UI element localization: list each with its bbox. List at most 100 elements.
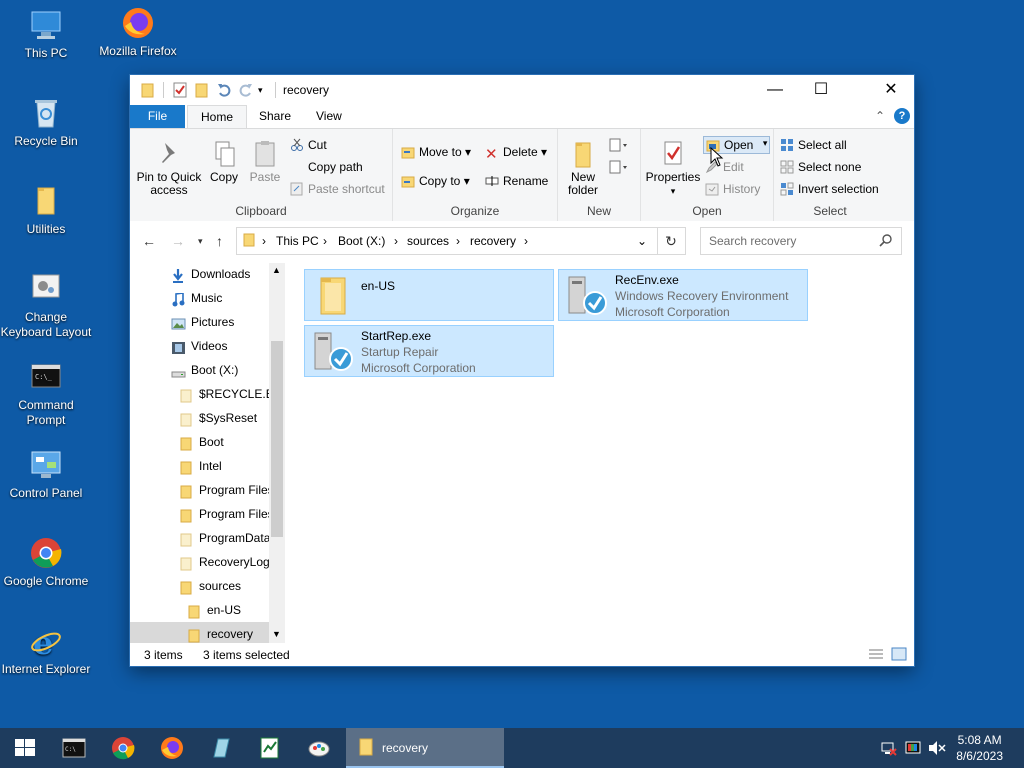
history-button[interactable]: History bbox=[705, 182, 760, 196]
nav-item-music[interactable]: Music bbox=[130, 286, 270, 310]
recent-locations-icon[interactable]: ▾ bbox=[198, 236, 203, 247]
navigation-pane-scrollbar[interactable]: ▲ ▼ bbox=[269, 263, 285, 643]
firefox-taskbar-icon[interactable] bbox=[160, 736, 184, 760]
volume-muted-icon[interactable] bbox=[928, 740, 946, 759]
nav-item-recoverylogs[interactable]: RecoveryLogs bbox=[130, 550, 270, 574]
desktop-icon-internet-explorer[interactable]: e Internet Explorer bbox=[0, 624, 92, 677]
desktop-icon-change-keyboard-layout[interactable]: Change Keyboard Layout bbox=[0, 272, 92, 340]
breadcrumb-separator[interactable]: › bbox=[262, 234, 266, 248]
nav-item-program-files[interactable]: Program Files bbox=[130, 478, 270, 502]
properties-button[interactable]: Properties ▾ bbox=[645, 139, 701, 198]
minimize-button[interactable]: — bbox=[752, 75, 798, 105]
command-prompt-taskbar-icon[interactable]: C:\ bbox=[62, 736, 86, 760]
refresh-button[interactable]: ↻ bbox=[657, 227, 686, 255]
file-tile-en-us[interactable]: en-US bbox=[304, 269, 554, 321]
desktop-icon-this-pc[interactable]: This PC bbox=[0, 8, 92, 61]
select-none-button[interactable]: Select none bbox=[780, 160, 861, 174]
chrome-taskbar-icon[interactable] bbox=[111, 736, 135, 760]
display-color-icon[interactable] bbox=[905, 740, 921, 759]
start-windows-icon[interactable] bbox=[13, 736, 37, 760]
forward-button[interactable]: → bbox=[171, 233, 185, 249]
status-bar: 3 items 3 items selected bbox=[130, 643, 914, 666]
address-bar[interactable]: › This PC › Boot (X:) › sources › recove… bbox=[236, 227, 658, 255]
search-box[interactable]: Search recovery bbox=[700, 227, 902, 255]
help-icon[interactable]: ? bbox=[894, 108, 910, 124]
nav-item-downloads[interactable]: Downloads bbox=[130, 263, 270, 286]
system-clock[interactable]: 5:08 AM 8/6/2023 bbox=[956, 732, 1003, 764]
collapse-ribbon-icon[interactable]: ⌃ bbox=[875, 109, 885, 123]
breadcrumb-recovery[interactable]: recovery bbox=[470, 234, 516, 248]
cut-button[interactable]: Cut bbox=[290, 138, 327, 152]
file-tile-startrep[interactable]: StartRep.exe Startup Repair Microsoft Co… bbox=[304, 325, 554, 377]
tab-share[interactable]: Share bbox=[246, 105, 304, 128]
desktop-icon-firefox[interactable]: Mozilla Firefox bbox=[92, 6, 184, 59]
breadcrumb-separator[interactable]: › bbox=[456, 234, 460, 248]
tab-file[interactable]: File bbox=[130, 105, 185, 128]
copy-path-button[interactable]: Copy path bbox=[290, 160, 363, 174]
nav-item-pictures[interactable]: Pictures bbox=[130, 310, 270, 334]
nav-item-recovery[interactable]: recovery bbox=[130, 622, 270, 643]
new-folder-icon[interactable] bbox=[194, 82, 210, 98]
undo-icon[interactable] bbox=[216, 82, 232, 98]
breadcrumb-boot-drive[interactable]: Boot (X:) bbox=[338, 234, 385, 248]
desktop-icon-google-chrome[interactable]: Google Chrome bbox=[0, 536, 92, 589]
paste-shortcut-button[interactable]: Paste shortcut bbox=[290, 182, 385, 196]
new-folder-button[interactable]: New folder bbox=[562, 139, 604, 197]
large-icons-view-icon[interactable] bbox=[891, 647, 907, 664]
breadcrumb-separator[interactable]: › bbox=[524, 234, 528, 248]
desktop-icon-recycle-bin[interactable]: Recycle Bin bbox=[0, 96, 92, 149]
copy-button[interactable]: Copy bbox=[204, 139, 244, 184]
maximize-button[interactable]: ☐ bbox=[798, 75, 844, 105]
network-disconnected-icon[interactable] bbox=[881, 740, 897, 759]
desktop-icon-command-prompt[interactable]: C:\_ Command Prompt bbox=[0, 360, 92, 428]
nav-item-intel[interactable]: Intel bbox=[130, 454, 270, 478]
organize-group: Move to ▾ Copy to ▾ ✕ Delete ▾ Rename Org… bbox=[393, 129, 558, 221]
search-input[interactable]: Search recovery bbox=[709, 234, 796, 248]
delete-button[interactable]: ✕ Delete ▾ bbox=[485, 145, 547, 162]
breadcrumb-sources[interactable]: sources bbox=[407, 234, 449, 248]
customize-quick-access-icon[interactable]: ▾ bbox=[258, 82, 274, 98]
nav-item-boot-drive[interactable]: Boot (X:) bbox=[130, 358, 270, 382]
nav-item-programdata[interactable]: ProgramData bbox=[130, 526, 270, 550]
copy-to-button[interactable]: Copy to ▾ bbox=[401, 174, 470, 188]
nav-item-sources[interactable]: sources bbox=[130, 574, 270, 598]
rename-button[interactable]: Rename bbox=[485, 174, 548, 188]
address-history-dropdown[interactable]: ⌄ bbox=[637, 234, 647, 248]
scroll-down-icon[interactable]: ▼ bbox=[272, 629, 281, 639]
file-tile-recenv[interactable]: RecEnv.exe Windows Recovery Environment … bbox=[558, 269, 808, 321]
redo-icon[interactable] bbox=[238, 82, 254, 98]
scroll-up-icon[interactable]: ▲ bbox=[272, 265, 281, 275]
close-button[interactable]: ✕ bbox=[868, 75, 914, 105]
open-dropdown-icon[interactable]: ▾ bbox=[763, 138, 768, 149]
breadcrumb-this-pc[interactable]: This PC bbox=[276, 234, 319, 248]
invert-selection-button[interactable]: Invert selection bbox=[780, 182, 879, 196]
nav-item-sysreset[interactable]: $SysReset bbox=[130, 406, 270, 430]
desktop-icon-control-panel[interactable]: Control Panel bbox=[0, 448, 92, 501]
nav-item-recycle-bin-folder[interactable]: $RECYCLE.BIN bbox=[130, 382, 270, 406]
new-item-icon[interactable] bbox=[608, 137, 630, 155]
paint-taskbar-icon[interactable] bbox=[307, 736, 331, 760]
move-to-button[interactable]: Move to ▾ bbox=[401, 145, 471, 159]
tab-view[interactable]: View bbox=[303, 105, 355, 128]
spreadsheet-taskbar-icon[interactable] bbox=[258, 736, 282, 760]
nav-item-boot-folder[interactable]: Boot bbox=[130, 430, 270, 454]
paste-button[interactable]: Paste bbox=[246, 139, 284, 184]
taskbar-item-recovery[interactable]: recovery bbox=[346, 728, 504, 768]
pin-to-quick-access-button[interactable]: Pin to Quick access bbox=[136, 139, 202, 197]
ribbon-tabs: File Home Share View ⌃ ? bbox=[130, 105, 914, 129]
up-button[interactable]: ↑ bbox=[216, 233, 223, 249]
tab-home[interactable]: Home bbox=[187, 105, 248, 129]
desktop-icon-utilities[interactable]: Utilities bbox=[0, 184, 92, 237]
scrollbar-thumb[interactable] bbox=[271, 341, 283, 537]
easy-access-icon[interactable] bbox=[608, 159, 630, 177]
properties-check-icon[interactable] bbox=[172, 82, 188, 98]
breadcrumb-separator[interactable]: › bbox=[394, 234, 398, 248]
back-button[interactable]: ← bbox=[142, 233, 156, 249]
select-all-button[interactable]: Select all bbox=[780, 138, 847, 152]
breadcrumb-separator[interactable]: › bbox=[323, 234, 327, 248]
nav-item-en-us[interactable]: en-US bbox=[130, 598, 270, 622]
app-taskbar-icon[interactable] bbox=[209, 736, 233, 760]
nav-item-videos[interactable]: Videos bbox=[130, 334, 270, 358]
details-view-icon[interactable] bbox=[868, 648, 884, 663]
nav-item-program-files-x86[interactable]: Program Files (x86) bbox=[130, 502, 270, 526]
